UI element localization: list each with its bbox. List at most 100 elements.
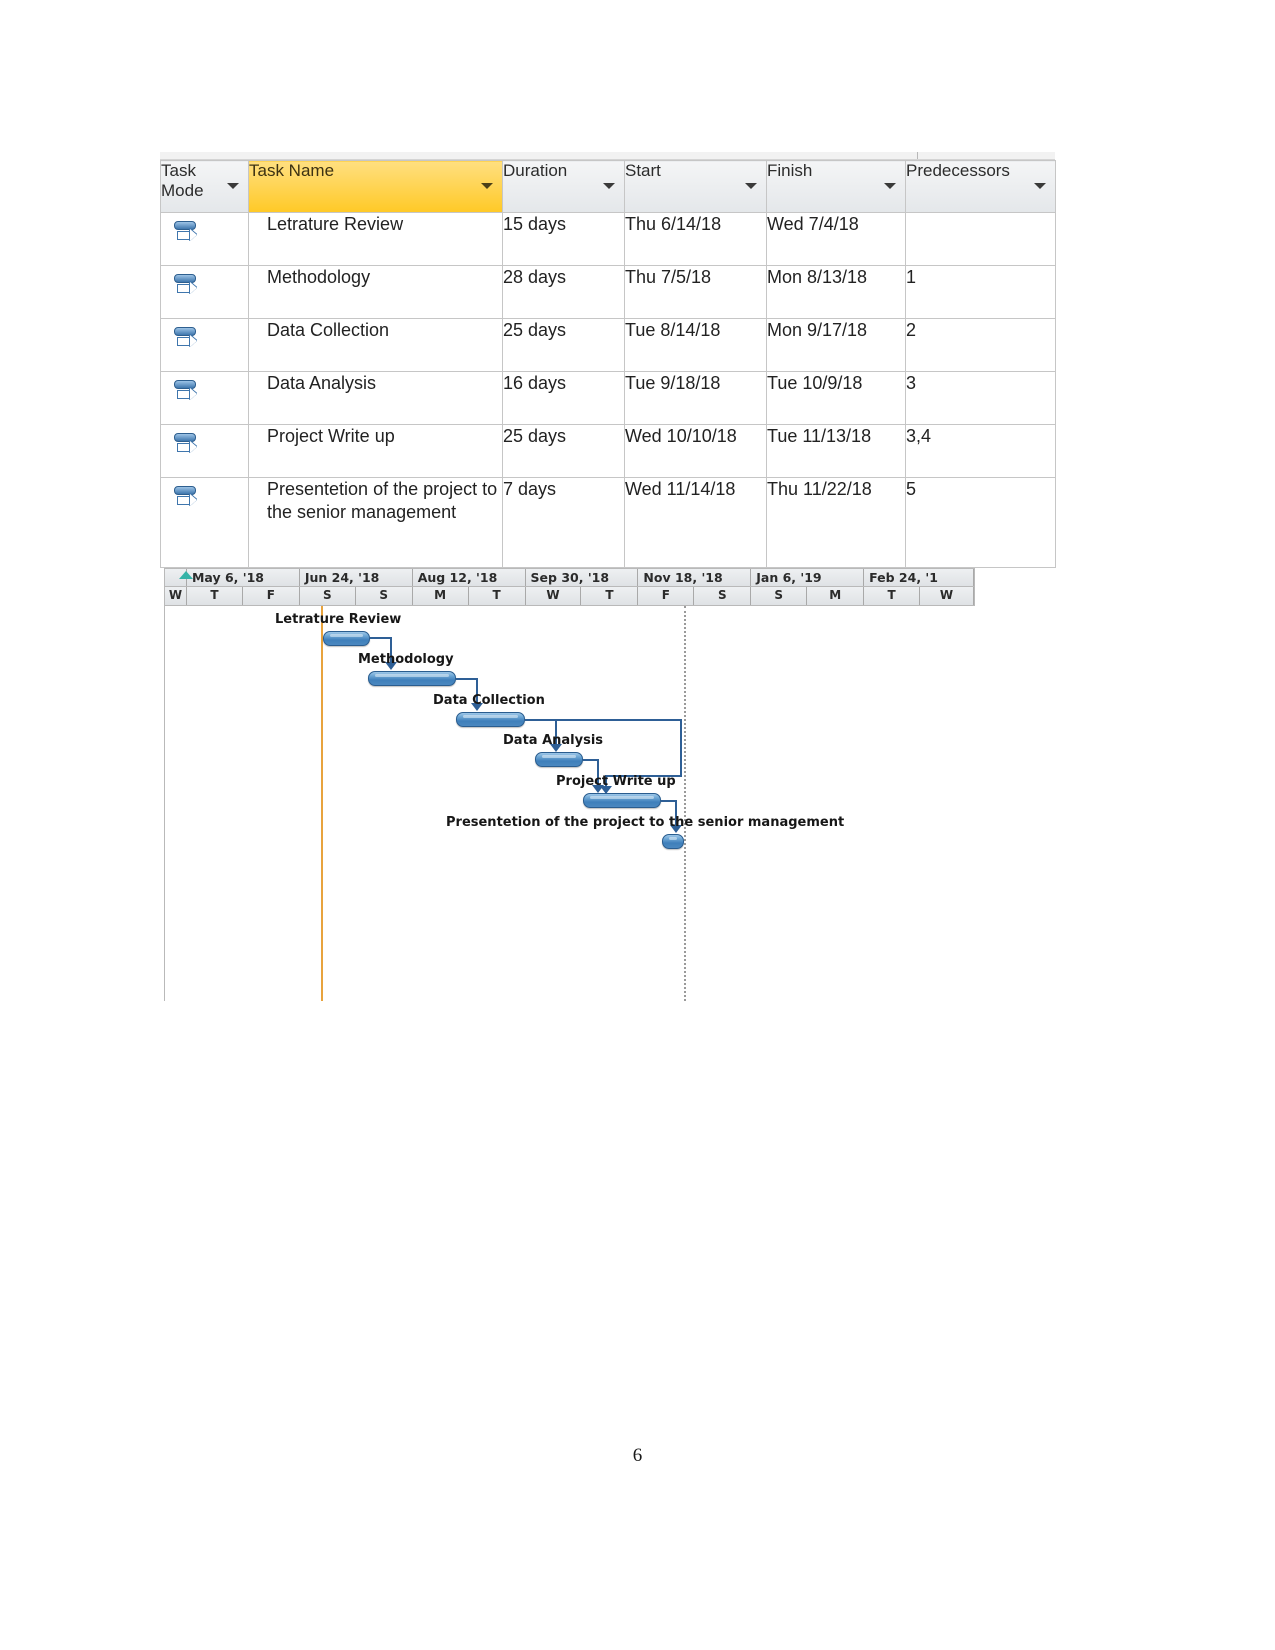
table-row[interactable]: Letrature Review 15 days Thu 6/14/18 Wed… xyxy=(160,212,1056,266)
gantt-bar[interactable] xyxy=(535,752,583,767)
today-line xyxy=(321,606,323,1001)
timescale-minor-cell: W xyxy=(165,587,187,605)
timescale-major-cell: Aug 12, '18 xyxy=(413,569,526,586)
gantt-bar[interactable] xyxy=(583,793,661,808)
auto-scheduled-icon[interactable] xyxy=(173,221,201,247)
cell-duration[interactable]: 28 days xyxy=(502,265,625,319)
cell-predecessors[interactable]: 3,4 xyxy=(905,424,1056,478)
cell-start[interactable]: Tue 8/14/18 xyxy=(624,318,767,372)
cell-task-mode[interactable] xyxy=(160,477,249,568)
dependency-link xyxy=(680,719,682,777)
chevron-down-icon[interactable] xyxy=(884,183,896,189)
timescale-minor-cell: W xyxy=(920,587,974,605)
cell-task-mode[interactable] xyxy=(160,424,249,478)
cell-task-mode[interactable] xyxy=(160,318,249,372)
column-divider-tick xyxy=(917,152,918,159)
cell-task-name[interactable]: Presentetion of the project to the senio… xyxy=(248,477,503,568)
cell-start[interactable]: Tue 9/18/18 xyxy=(624,371,767,425)
ms-project-gantt-view: Task Mode Task Name Duration Start Finis… xyxy=(160,152,1056,1001)
gantt-bar-label: Letrature Review xyxy=(275,612,402,627)
cell-start[interactable]: Thu 7/5/18 xyxy=(624,265,767,319)
timescale-minor-cell: S xyxy=(356,587,413,605)
column-header-task-mode[interactable]: Task Mode xyxy=(160,160,249,213)
column-header-predecessors[interactable]: Predecessors xyxy=(905,160,1056,213)
timescale-minor-cell: T xyxy=(469,587,526,605)
column-header-start-label: Start xyxy=(625,161,661,180)
timescale-minor-cell: S xyxy=(751,587,808,605)
cell-predecessors[interactable]: 1 xyxy=(905,265,1056,319)
cell-duration[interactable]: 25 days xyxy=(502,424,625,478)
timescale-minor-cell: S xyxy=(300,587,356,605)
cell-task-name[interactable]: Data Analysis xyxy=(248,371,503,425)
cell-duration[interactable]: 16 days xyxy=(502,371,625,425)
cell-task-mode[interactable] xyxy=(160,212,249,266)
table-row[interactable]: Data Collection 25 days Tue 8/14/18 Mon … xyxy=(160,318,1056,372)
dependency-link xyxy=(456,678,478,680)
cell-finish[interactable]: Mon 8/13/18 xyxy=(766,265,906,319)
cell-start[interactable]: Thu 6/14/18 xyxy=(624,212,767,266)
cell-start[interactable]: Wed 11/14/18 xyxy=(624,477,767,568)
chevron-down-icon[interactable] xyxy=(745,183,757,189)
dependency-link xyxy=(370,637,392,639)
table-row[interactable]: Presentetion of the project to the senio… xyxy=(160,477,1056,568)
cell-predecessors[interactable]: 3 xyxy=(905,371,1056,425)
cell-finish[interactable]: Tue 10/9/18 xyxy=(766,371,906,425)
chevron-down-icon[interactable] xyxy=(1034,183,1046,189)
cell-finish[interactable]: Thu 11/22/18 xyxy=(766,477,906,568)
column-header-finish[interactable]: Finish xyxy=(766,160,906,213)
page-number: 6 xyxy=(632,1445,643,1466)
auto-scheduled-icon[interactable] xyxy=(173,380,201,406)
chevron-down-icon[interactable] xyxy=(227,183,239,189)
column-header-duration[interactable]: Duration xyxy=(502,160,625,213)
cell-duration[interactable]: 25 days xyxy=(502,318,625,372)
task-table-body: Letrature Review 15 days Thu 6/14/18 Wed… xyxy=(160,212,1056,568)
cell-task-name[interactable]: Methodology xyxy=(248,265,503,319)
cell-predecessors[interactable]: 2 xyxy=(905,318,1056,372)
gantt-bar[interactable] xyxy=(662,834,684,849)
cell-task-name[interactable]: Project Write up xyxy=(248,424,503,478)
timescale-minor-row: W T F S S M T W T F S S M T W xyxy=(165,587,975,606)
gantt-bar[interactable] xyxy=(456,712,525,727)
collapse-up-icon[interactable] xyxy=(179,571,193,579)
cell-task-mode[interactable] xyxy=(160,371,249,425)
dependency-link xyxy=(525,719,682,721)
table-row[interactable]: Data Analysis 16 days Tue 9/18/18 Tue 10… xyxy=(160,371,1056,425)
column-header-predecessors-label: Predecessors xyxy=(906,161,1010,180)
gantt-bar-label: Data Collection xyxy=(433,693,545,708)
table-row[interactable]: Project Write up 25 days Wed 10/10/18 Tu… xyxy=(160,424,1056,478)
column-header-task-name-label: Task Name xyxy=(249,161,335,180)
timescale-minor-cell: S xyxy=(694,587,752,605)
cell-task-name[interactable]: Data Collection xyxy=(248,318,503,372)
auto-scheduled-icon[interactable] xyxy=(173,486,201,512)
cell-task-mode[interactable] xyxy=(160,265,249,319)
auto-scheduled-icon[interactable] xyxy=(173,433,201,459)
chevron-down-icon[interactable] xyxy=(603,183,615,189)
column-header-duration-label: Duration xyxy=(503,161,568,180)
cell-task-name[interactable]: Letrature Review xyxy=(248,212,503,266)
cell-finish[interactable]: Tue 11/13/18 xyxy=(766,424,906,478)
timescale-minor-cell: M xyxy=(807,587,865,605)
cell-predecessors[interactable] xyxy=(905,212,1056,266)
timescale-minor-cell: F xyxy=(638,587,695,605)
timescale-major-cell: Nov 18, '18 xyxy=(638,569,752,586)
table-row[interactable]: Methodology 28 days Thu 7/5/18 Mon 8/13/… xyxy=(160,265,1056,319)
timescale-header: May 6, '18 Jun 24, '18 Aug 12, '18 Sep 3… xyxy=(164,568,975,606)
cell-finish[interactable]: Mon 9/17/18 xyxy=(766,318,906,372)
cell-duration[interactable]: 15 days xyxy=(502,212,625,266)
auto-scheduled-icon[interactable] xyxy=(173,274,201,300)
cell-start[interactable]: Wed 10/10/18 xyxy=(624,424,767,478)
timescale-minor-cell: T xyxy=(581,587,639,605)
timescale-major-cell: Feb 24, '1 xyxy=(864,569,974,586)
cell-duration[interactable]: 7 days xyxy=(502,477,625,568)
column-header-start[interactable]: Start xyxy=(624,160,767,213)
column-header-task-name[interactable]: Task Name xyxy=(248,160,503,213)
gantt-bar[interactable] xyxy=(368,671,456,686)
cell-finish[interactable]: Wed 7/4/18 xyxy=(766,212,906,266)
task-table-header: Task Mode Task Name Duration Start Finis… xyxy=(160,160,1056,213)
timescale-major-cell: Sep 30, '18 xyxy=(526,569,639,586)
gantt-bar[interactable] xyxy=(323,631,370,646)
gantt-chart-area: Letrature Review Methodology Data Collec… xyxy=(164,606,975,1001)
cell-predecessors[interactable]: 5 xyxy=(905,477,1056,568)
chevron-down-icon[interactable] xyxy=(481,183,493,189)
auto-scheduled-icon[interactable] xyxy=(173,327,201,353)
